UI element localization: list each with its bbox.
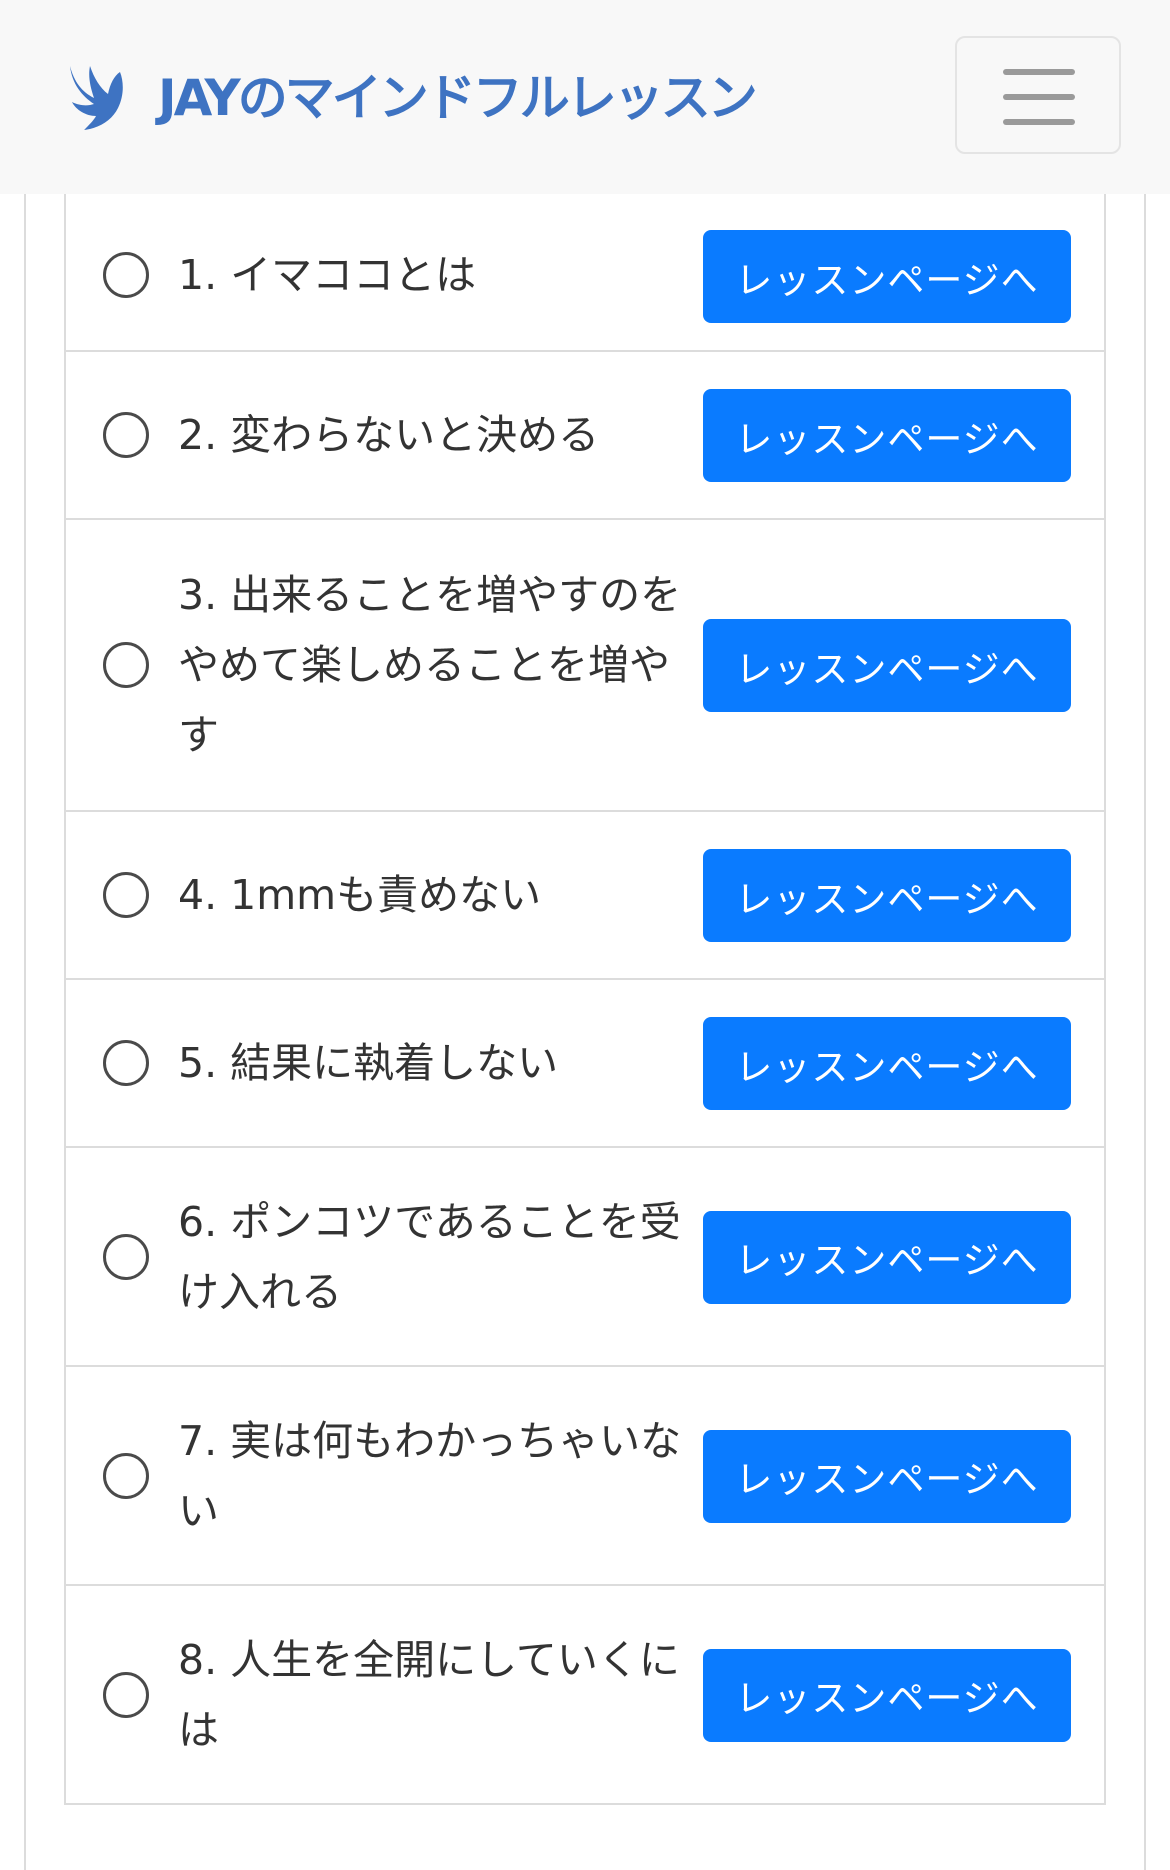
lesson-page-button[interactable]: レッスンページへ: [703, 1429, 1071, 1523]
lesson-status-circle[interactable]: [103, 252, 149, 298]
lesson-page-button[interactable]: レッスンページへ: [703, 1648, 1071, 1742]
lesson-item-6: 6. ポンコツであることを受け入れる レッスンページへ: [64, 1148, 1106, 1367]
menu-toggle-button[interactable]: [955, 36, 1121, 154]
lesson-item-4: 4. 1mmも責めない レッスンページへ: [64, 812, 1106, 980]
lesson-page-button[interactable]: レッスンページへ: [703, 230, 1071, 323]
hamburger-icon: [1003, 69, 1075, 125]
lesson-item-7: 7. 実は何もわかっちゃいない レッスンページへ: [64, 1367, 1106, 1586]
lesson-status-circle[interactable]: [103, 1671, 149, 1718]
bird-icon: [70, 66, 123, 130]
lesson-status-circle[interactable]: [103, 1040, 149, 1086]
lesson-title: 3. 出来ることを増やすのをやめて楽しめることを増やす: [178, 571, 682, 759]
lesson-title: 7. 実は何もわかっちゃいない: [178, 1416, 682, 1535]
lesson-title: 4. 1mmも責めない: [178, 871, 542, 919]
lesson-title: 6. ポンコツであることを受け入れる: [178, 1197, 681, 1316]
lesson-page-button[interactable]: レッスンページへ: [703, 619, 1071, 712]
lesson-title: 5. 結果に執着しない: [178, 1039, 559, 1087]
lesson-list: 1. イマココとは レッスンページへ 2. 変わらないと決める レッスンページへ…: [64, 150, 1106, 1805]
lesson-page-button[interactable]: レッスンページへ: [703, 849, 1071, 942]
navbar: JAYのマインドフルレッスン: [0, 0, 1170, 194]
lesson-status-circle[interactable]: [103, 412, 149, 458]
brand-name: JAYのマインドフルレッスン: [158, 69, 758, 127]
lesson-status-circle[interactable]: [103, 872, 149, 918]
lesson-item-5: 5. 結果に執着しない レッスンページへ: [64, 980, 1106, 1148]
lesson-item-2: 2. 変わらないと決める レッスンページへ: [64, 352, 1106, 520]
lesson-item-3: 3. 出来ることを増やすのをやめて楽しめることを増やす レッスンページへ: [64, 520, 1106, 812]
lesson-item-8: 8. 人生を全開にしていくには レッスンページへ: [64, 1586, 1106, 1805]
lesson-status-circle[interactable]: [103, 1233, 149, 1280]
lesson-status-circle[interactable]: [103, 642, 149, 688]
lesson-title: 8. 人生を全開にしていくには: [178, 1635, 680, 1754]
brand-link[interactable]: JAYのマインドフルレッスン: [64, 58, 758, 138]
lesson-page-button[interactable]: レッスンページへ: [703, 1210, 1071, 1304]
lesson-status-circle[interactable]: [103, 1452, 149, 1499]
lesson-title: 2. 変わらないと決める: [178, 411, 600, 459]
lesson-title: 1. イマココとは: [178, 251, 477, 299]
lesson-page-button[interactable]: レッスンページへ: [703, 1017, 1071, 1110]
lesson-page-button[interactable]: レッスンページへ: [703, 389, 1071, 482]
